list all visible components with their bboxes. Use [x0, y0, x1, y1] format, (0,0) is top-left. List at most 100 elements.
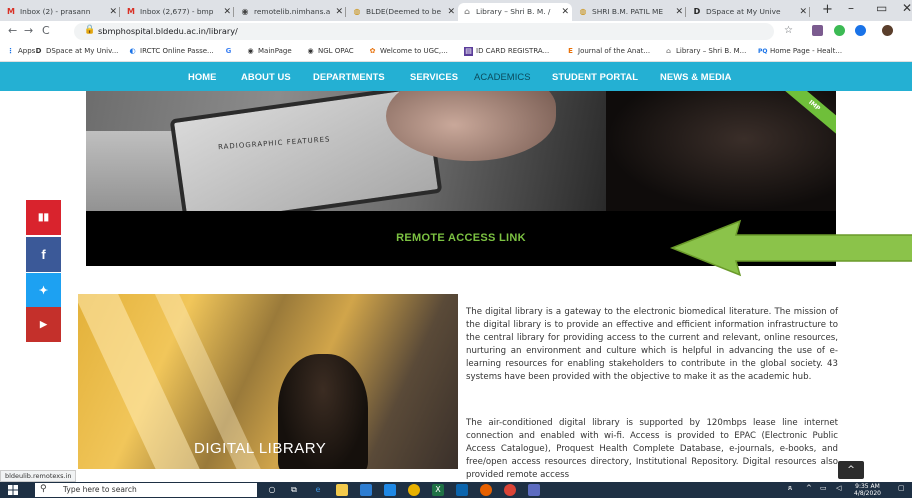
laptop-image: [86, 131, 186, 211]
bookmark-apps[interactable]: ⋮ Apps: [6, 47, 35, 55]
cortana-icon[interactable]: ○: [266, 484, 278, 496]
tab-separator: [345, 7, 346, 17]
photos-icon[interactable]: [528, 484, 540, 496]
extension-icon[interactable]: [812, 25, 823, 36]
system-clock[interactable]: 9:35 AM 4/8/2020: [854, 483, 881, 497]
bookmark[interactable]: ✿ Welcome to UGC,...: [368, 47, 448, 55]
minimize-icon[interactable]: –: [848, 1, 854, 15]
bookmark-label: Welcome to UGC,...: [380, 47, 448, 55]
google-icon: G: [225, 47, 232, 55]
browser-tab[interactable]: M Inbox (2) - prasann ✕: [2, 3, 120, 21]
excel-icon[interactable]: X: [432, 484, 444, 496]
intro-paragraph: The digital library is a gateway to the …: [466, 307, 838, 383]
reload-icon[interactable]: C: [42, 24, 50, 37]
tab-strip: M Inbox (2) - prasann ✕ M Inbox (2,677) …: [0, 0, 912, 21]
dspace-icon: D: [693, 7, 701, 16]
nav-services[interactable]: SERVICES: [410, 62, 458, 91]
windows-start-icon[interactable]: [8, 485, 18, 495]
bookmark[interactable]: ◐ IRCTC Online Passe...: [128, 47, 213, 55]
maximize-icon[interactable]: ▭: [876, 1, 887, 15]
window-close-icon[interactable]: ✕: [902, 1, 912, 15]
bookmark[interactable]: ▤ ID CARD REGISTRA...: [464, 47, 550, 56]
close-icon[interactable]: ✕: [335, 3, 343, 21]
bookmark[interactable]: ◉ NGL OPAC: [306, 47, 353, 55]
tablet-screen-text: RADIOGRAPHIC FEATURES: [217, 135, 331, 152]
twitter-icon[interactable]: ✦: [26, 273, 61, 308]
firefox-icon[interactable]: [480, 484, 492, 496]
tab-label: Inbox (2) - prasann: [20, 7, 91, 16]
bookmark-label: MainPage: [258, 47, 292, 55]
browser-tab-active[interactable]: ⌂ Library – Shri B. M. / ✕: [458, 3, 572, 21]
bookmark[interactable]: E Journal of the Anat...: [566, 47, 650, 55]
nav-academics[interactable]: ACADEMICS: [474, 62, 531, 91]
store-icon[interactable]: [360, 484, 372, 496]
journal-icon: E: [568, 47, 573, 55]
digital-library-image: DIGITAL LIBRARY: [78, 294, 458, 469]
back-arrow-icon[interactable]: ←: [8, 24, 17, 37]
tray-chevron-icon[interactable]: ^: [806, 484, 812, 492]
blde-icon: ◍: [353, 7, 361, 16]
library-icon: ⌂: [464, 7, 470, 16]
taskbar-search[interactable]: ⚲ Type here to search: [35, 483, 257, 497]
globe-icon: ◉: [307, 47, 314, 55]
id-card-icon: ▤: [464, 47, 473, 56]
bookmark[interactable]: D DSpace at My Univ...: [34, 47, 119, 55]
close-icon[interactable]: ✕: [675, 3, 683, 21]
chrome-icon[interactable]: [504, 484, 516, 496]
bookmark-label: ID CARD REGISTRA...: [476, 47, 550, 55]
file-explorer-icon[interactable]: [336, 484, 348, 496]
forward-arrow-icon[interactable]: →: [24, 24, 33, 37]
avatar[interactable]: [882, 25, 893, 36]
chrome-icon[interactable]: [408, 484, 420, 496]
task-view-icon[interactable]: ⧉: [288, 484, 300, 496]
close-icon[interactable]: ✕: [799, 3, 807, 21]
edge-icon[interactable]: e: [312, 484, 324, 496]
address-bar[interactable]: 🔒 sbmphospital.bldedu.ac.in/library/: [74, 23, 774, 40]
close-icon[interactable]: ✕: [447, 3, 455, 21]
volume-icon[interactable]: ◁: [836, 484, 841, 492]
tab-label: Inbox (2,677) - bmp: [140, 7, 214, 16]
bookmark-label: Apps: [18, 47, 36, 55]
browser-tab[interactable]: D DSpace at My Unive ✕: [688, 3, 810, 21]
nav-home[interactable]: HOME: [188, 62, 217, 91]
gmail-icon: M: [127, 7, 135, 16]
people-icon[interactable]: ጸ: [788, 484, 792, 493]
youtube-icon[interactable]: ▶: [26, 307, 61, 342]
network-icon[interactable]: ▭: [820, 484, 827, 492]
map-icon[interactable]: ▮▮: [26, 200, 61, 235]
ugc-icon: ✿: [369, 47, 376, 55]
site-navigation: HOME ABOUT US DEPARTMENTS SERVICES ACADE…: [0, 62, 912, 91]
facebook-icon[interactable]: f: [26, 237, 61, 272]
nav-student-portal[interactable]: STUDENT PORTAL: [552, 62, 638, 91]
extension-icon[interactable]: [834, 25, 845, 36]
browser-tab[interactable]: ◍ BLDE(Deemed to be ✕: [348, 3, 458, 21]
tab-label: BLDE(Deemed to be: [366, 7, 442, 16]
browser-tab[interactable]: ◍ SHRI B.M. PATIL ME ✕: [574, 3, 686, 21]
scroll-to-top-button[interactable]: ^: [838, 461, 864, 479]
bookmark[interactable]: ⌂ Library – Shri B. M...: [664, 47, 746, 55]
extension-icon[interactable]: [855, 25, 866, 36]
star-icon[interactable]: ☆: [784, 25, 795, 36]
tab-separator: [233, 7, 234, 17]
close-icon[interactable]: ✕: [109, 3, 117, 21]
close-icon[interactable]: ✕: [223, 3, 231, 21]
lock-icon: 🔒: [84, 25, 96, 35]
search-placeholder: Type here to search: [63, 485, 137, 494]
notification-icon[interactable]: ▢: [898, 484, 905, 492]
bookmark-label: Journal of the Anat...: [578, 47, 651, 55]
nav-news-media[interactable]: NEWS & MEDIA: [660, 62, 732, 91]
bookmark[interactable]: ◉ MainPage: [246, 47, 292, 55]
new-tab-button[interactable]: +: [822, 2, 833, 17]
mail-icon[interactable]: [384, 484, 396, 496]
outlook-icon[interactable]: [456, 484, 468, 496]
nav-departments[interactable]: DEPARTMENTS: [313, 62, 385, 91]
irctc-icon: ◐: [129, 47, 136, 55]
bookmark[interactable]: PQ Home Page - Healt...: [758, 47, 842, 55]
nav-about-us[interactable]: ABOUT US: [241, 62, 291, 91]
tab-label: remotelib.nimhans.a: [254, 7, 331, 16]
close-icon[interactable]: ✕: [561, 3, 569, 21]
browser-tab[interactable]: ◉ remotelib.nimhans.a ✕: [236, 3, 346, 21]
browser-tab[interactable]: M Inbox (2,677) - bmp ✕: [122, 3, 234, 21]
facilities-paragraph: The air-conditioned digital library is s…: [466, 418, 838, 481]
tab-separator: [119, 7, 120, 17]
